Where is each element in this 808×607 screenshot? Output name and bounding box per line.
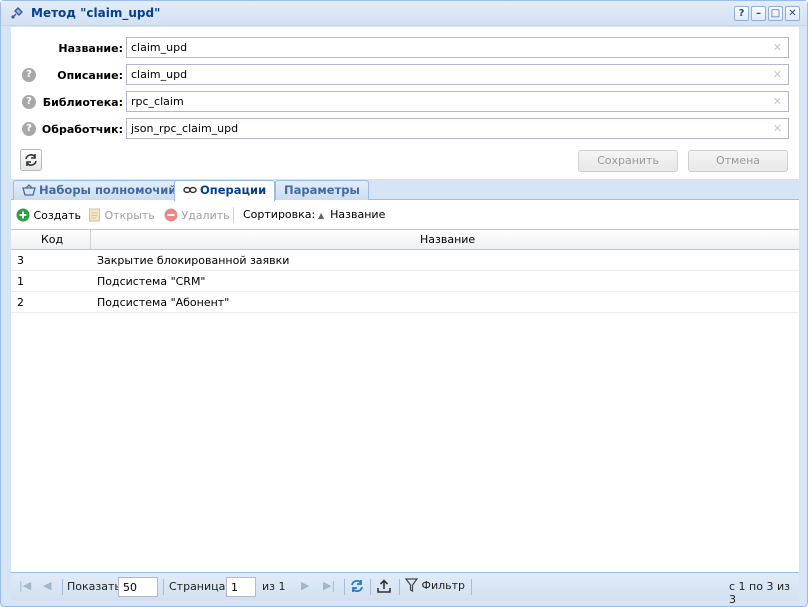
- cancel-button[interactable]: Отмена: [688, 150, 788, 172]
- first-page-icon[interactable]: |◀: [19, 579, 31, 592]
- name-field[interactable]: claim_upd ✕: [126, 37, 789, 58]
- row-name: Подсистема "Абонент": [97, 296, 230, 309]
- filter-button[interactable]: Фильтр: [404, 578, 466, 592]
- refresh-icon: [25, 154, 37, 166]
- sort-asc-icon: ▲: [318, 211, 325, 220]
- basket-icon: [22, 184, 36, 196]
- page-number-input[interactable]: [226, 577, 256, 597]
- filter-label: Фильтр: [421, 579, 466, 592]
- method-icon: [11, 7, 23, 19]
- handler-field[interactable]: json_rpc_claim_upd ✕: [126, 118, 789, 139]
- tab-operations[interactable]: Операции: [174, 180, 276, 201]
- description-label: Описание:: [57, 69, 123, 82]
- toolbar-separator: [233, 207, 234, 223]
- row-code: 2: [17, 296, 24, 309]
- close-tool-button[interactable]: ✕: [785, 6, 800, 21]
- clear-icon[interactable]: ✕: [773, 68, 782, 81]
- last-page-icon[interactable]: ▶|: [323, 579, 335, 592]
- handler-label: Обработчик:: [41, 123, 123, 136]
- table-row[interactable]: 1 Подсистема "CRM": [11, 271, 799, 292]
- help-tool-button[interactable]: ?: [734, 6, 749, 21]
- export-button[interactable]: [376, 578, 392, 597]
- row-code: 3: [17, 254, 24, 267]
- delete-button[interactable]: Удалить: [164, 208, 230, 222]
- delete-label: Удалить: [181, 209, 230, 222]
- description-value: claim_upd: [131, 68, 188, 81]
- refresh-icon: [351, 580, 363, 592]
- tab-label: Операции: [200, 183, 267, 197]
- paging-summary: с 1 по 3 из 3: [729, 580, 790, 606]
- link-icon: [183, 186, 197, 194]
- paging-separator: [163, 579, 164, 595]
- minimize-tool-button[interactable]: –: [751, 6, 766, 21]
- upload-icon: [377, 579, 391, 593]
- table-row[interactable]: 3 Закрытие блокированной заявки: [11, 250, 799, 271]
- paging-toolbar: |◀ ◀ Показать Страница из 1 ▶ ▶|: [11, 572, 799, 606]
- column-divider[interactable]: [90, 230, 91, 250]
- page-label: Страница: [169, 580, 226, 593]
- prev-page-icon[interactable]: ◀: [43, 579, 51, 592]
- refresh-button[interactable]: [20, 149, 42, 171]
- description-field[interactable]: claim_upd ✕: [126, 64, 789, 85]
- tab-parameters[interactable]: Параметры: [275, 180, 369, 200]
- window-titlebar[interactable]: Метод "claim_upd" ? – □ ✕: [1, 1, 807, 26]
- method-window: Метод "claim_upd" ? – □ ✕ Название: clai…: [0, 0, 808, 607]
- next-page-icon[interactable]: ▶: [301, 579, 309, 592]
- document-icon: [89, 208, 100, 222]
- method-form: Название: claim_upd ✕ ? Описание: claim_…: [11, 27, 799, 179]
- clear-icon[interactable]: ✕: [773, 41, 782, 54]
- grid-header: Код Название: [11, 229, 799, 250]
- tab-strip: Наборы полномочий Операции Параметры: [11, 179, 799, 201]
- grid-toolbar: Создать Открыть Удалить Сортировка: ▲ Наз…: [11, 201, 799, 229]
- filter-icon: [404, 578, 419, 592]
- library-label: Библиотека:: [42, 96, 123, 109]
- tab-label: Параметры: [284, 183, 360, 197]
- page-size-input[interactable]: [118, 577, 158, 597]
- column-header-code[interactable]: Код: [41, 233, 63, 246]
- clear-icon[interactable]: ✕: [773, 122, 782, 135]
- window-title: Метод "claim_upd": [31, 6, 161, 20]
- sort-field-button[interactable]: ▲ Название: [318, 208, 385, 221]
- table-row[interactable]: 2 Подсистема "Абонент": [11, 292, 799, 313]
- paging-separator: [344, 579, 345, 595]
- paging-separator: [471, 579, 472, 595]
- name-value: claim_upd: [131, 41, 188, 54]
- page-count-label: из 1: [262, 580, 286, 593]
- library-field[interactable]: rpc_claim ✕: [126, 91, 789, 112]
- library-value: rpc_claim: [131, 95, 184, 108]
- create-label: Создать: [33, 209, 82, 222]
- handler-value: json_rpc_claim_upd: [131, 122, 239, 135]
- paging-separator: [370, 579, 371, 595]
- column-header-name[interactable]: Название: [420, 233, 475, 246]
- create-button[interactable]: Создать: [16, 208, 81, 222]
- save-button[interactable]: Сохранить: [578, 150, 678, 172]
- paging-separator: [399, 579, 400, 595]
- window-body: Название: claim_upd ✕ ? Описание: claim_…: [11, 27, 799, 606]
- paging-separator: [62, 579, 63, 595]
- sort-label: Сортировка:: [243, 208, 316, 221]
- remove-icon: [164, 208, 178, 222]
- tab-label: Наборы полномочий: [39, 183, 177, 197]
- refresh-grid-button[interactable]: [349, 578, 365, 597]
- row-code: 1: [17, 275, 24, 288]
- show-label: Показать: [67, 580, 121, 593]
- maximize-tool-button[interactable]: □: [768, 6, 783, 21]
- tab-permission-sets[interactable]: Наборы полномочий: [13, 180, 186, 200]
- open-button[interactable]: Открыть: [88, 208, 155, 222]
- row-name: Закрытие блокированной заявки: [97, 254, 290, 267]
- add-icon: [16, 208, 30, 222]
- sort-field-label: Название: [330, 208, 386, 221]
- clear-icon[interactable]: ✕: [773, 95, 782, 108]
- name-label: Название:: [58, 42, 123, 55]
- row-name: Подсистема "CRM": [97, 275, 206, 288]
- open-label: Открыть: [104, 209, 155, 222]
